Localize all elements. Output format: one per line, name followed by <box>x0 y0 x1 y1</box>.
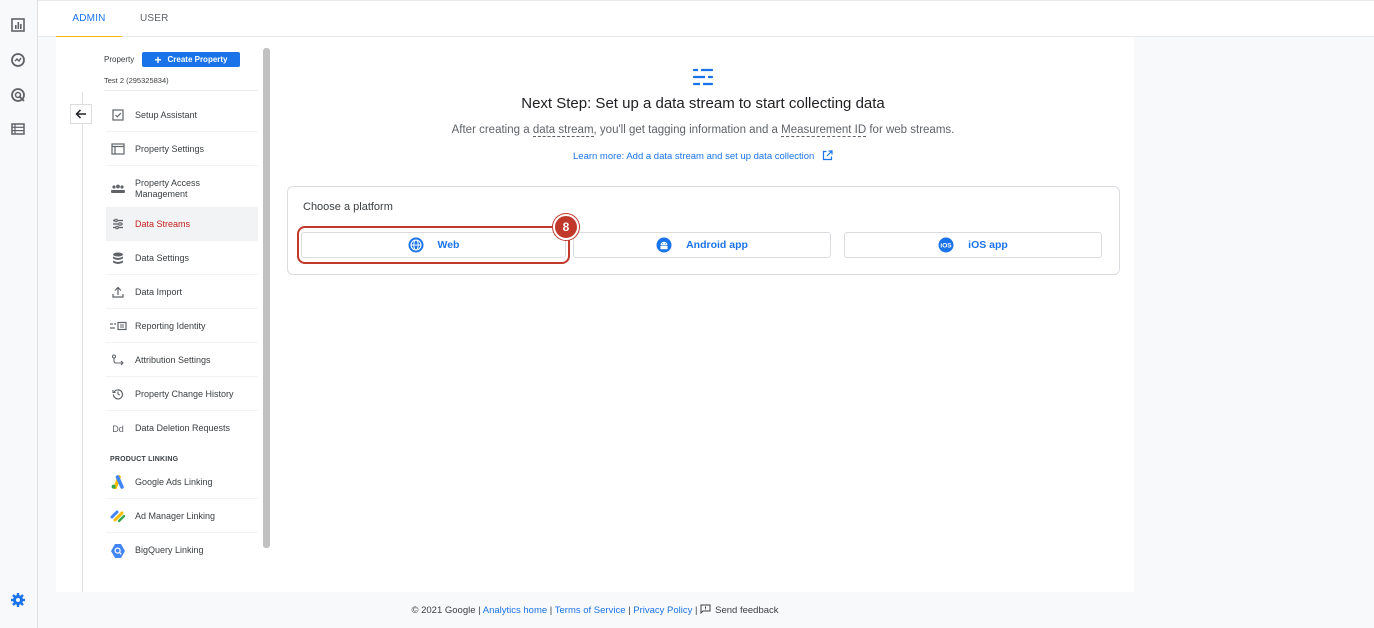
database-icon <box>106 252 130 265</box>
upload-icon <box>106 286 130 298</box>
external-link-icon <box>822 150 833 161</box>
learn-more-link[interactable]: Learn more: Add a data stream and set up… <box>286 150 1120 162</box>
sidebar-item-setup-assistant[interactable]: Setup Assistant <box>106 99 258 132</box>
sidebar-item-data-streams[interactable]: Data Streams <box>106 208 258 241</box>
analytics-home-link[interactable]: Analytics home <box>483 605 547 616</box>
tab-admin[interactable]: ADMIN <box>56 1 122 38</box>
left-rail <box>0 0 38 628</box>
reports-icon[interactable] <box>9 16 27 34</box>
streams-icon <box>106 218 130 230</box>
dd-icon: Dd <box>112 423 124 434</box>
explore-icon[interactable] <box>9 51 27 69</box>
send-feedback-label: Send feedback <box>715 605 779 616</box>
terms-of-service-link[interactable]: Terms of Service <box>555 605 626 616</box>
google-ads-icon <box>106 475 130 489</box>
window-icon <box>106 143 130 155</box>
create-property-label: Create Property <box>167 55 228 64</box>
footer: © 2021 Google | Analytics home | Terms o… <box>56 604 1134 616</box>
sidebar-item-label: Attribution Settings <box>135 354 211 365</box>
top-tab-bar: ADMIN USER <box>38 0 1374 38</box>
footer-separator: | <box>547 605 555 616</box>
divider <box>104 90 258 91</box>
tab-user[interactable]: USER <box>140 1 169 38</box>
sidebar-item-property-settings[interactable]: Property Settings <box>106 133 258 166</box>
property-label: Property <box>104 55 135 64</box>
ios-platform-button[interactable]: iOS iOS app <box>844 232 1102 258</box>
send-feedback-button[interactable]: Send feedback <box>700 604 779 616</box>
sidebar-item-label: Data Import <box>135 286 183 297</box>
description-text: After creating a <box>451 124 533 136</box>
sidebar-item-property-change-history[interactable]: Property Change History <box>106 378 258 411</box>
back-button[interactable] <box>70 104 92 124</box>
sidebar-scrollbar[interactable] <box>263 48 270 548</box>
data-stream-term[interactable]: data stream <box>532 124 594 137</box>
plus-icon: + <box>154 52 162 67</box>
copyright-text: © 2021 Google <box>411 605 476 616</box>
next-step-description: After creating a data stream, you'll get… <box>286 124 1120 137</box>
sidebar-item-attribution-settings[interactable]: Attribution Settings <box>106 344 258 377</box>
sidebar-item-data-settings[interactable]: Data Settings <box>106 242 258 275</box>
people-icon <box>106 184 130 194</box>
footer-separator: | <box>475 605 483 616</box>
history-icon <box>106 388 130 400</box>
android-icon <box>656 237 672 253</box>
bigquery-icon <box>106 543 130 559</box>
sidebar-item-label: Data Deletion Requests <box>135 423 231 433</box>
footer-separator: | <box>692 605 701 616</box>
product-linking-heading: PRODUCT LINKING <box>110 456 179 463</box>
sidebar-item-ad-manager-linking[interactable]: Ad Manager Linking <box>106 500 258 533</box>
ad-manager-icon <box>106 509 130 523</box>
sidebar-item-google-ads-linking[interactable]: Google Ads Linking <box>106 466 258 499</box>
description-text: for web streams. <box>866 124 955 136</box>
sidebar-item-label: Property Access Management <box>135 177 201 199</box>
advertising-icon[interactable] <box>9 86 27 104</box>
data-stream-hero-icon <box>692 66 714 93</box>
sidebar-item-label: Setup Assistant <box>135 109 198 120</box>
feedback-icon <box>700 604 711 615</box>
settings-gear-icon[interactable] <box>9 591 27 609</box>
sidebar-item-label: Data Settings <box>135 252 190 263</box>
step-badge: 8 <box>553 214 579 240</box>
create-property-button[interactable]: + Create Property <box>142 52 240 67</box>
android-platform-label: Android app <box>686 239 748 251</box>
svg-text:iOS: iOS <box>941 243 953 250</box>
sidebar-item-bigquery-linking[interactable]: BigQuery Linking <box>106 534 258 567</box>
arrow-back-icon <box>75 109 86 119</box>
sidebar-item-label: Ad Manager Linking <box>135 510 216 521</box>
sidebar-item-label: Google Ads Linking <box>135 476 213 487</box>
web-highlight-outline <box>297 226 570 264</box>
sidebar-item-label: Reporting Identity <box>135 320 206 331</box>
next-step-heading: Next Step: Set up a data stream to start… <box>521 95 885 112</box>
sidebar-item-label: Property Change History <box>135 388 234 399</box>
description-text: , you'll get tagging information and a <box>593 124 782 136</box>
choose-platform-label: Choose a platform <box>303 201 393 213</box>
sidebar-item-label: BigQuery Linking <box>135 545 204 555</box>
app-frame: ADMIN USER Property + Create Property Te… <box>0 0 1374 628</box>
sidebar-item-property-access[interactable]: Property Access Management <box>106 170 258 208</box>
ios-icon: iOS <box>938 237 954 253</box>
property-name: Test 2 (295325834) <box>104 76 169 85</box>
identity-icon <box>106 321 130 331</box>
sidebar-divider <box>82 92 83 592</box>
sidebar-item-data-deletion-requests[interactable]: Dd Data Deletion Requests <box>106 412 258 445</box>
privacy-policy-link[interactable]: Privacy Policy <box>633 605 692 616</box>
sidebar-item-reporting-identity[interactable]: Reporting Identity <box>106 310 258 343</box>
sidebar-item-data-import[interactable]: Data Import <box>106 276 258 309</box>
ios-platform-label: iOS app <box>968 239 1008 251</box>
measurement-id-term[interactable]: Measurement ID <box>781 124 867 137</box>
learn-more-label: Learn more: Add a data stream and set up… <box>573 151 815 162</box>
attribution-icon <box>106 354 130 366</box>
sidebar-item-label: Property Settings <box>135 143 205 154</box>
checkbox-icon <box>106 109 130 121</box>
sidebar-item-label: Data Streams <box>135 218 191 229</box>
configure-icon[interactable] <box>9 120 27 138</box>
android-platform-button[interactable]: Android app <box>573 232 831 258</box>
